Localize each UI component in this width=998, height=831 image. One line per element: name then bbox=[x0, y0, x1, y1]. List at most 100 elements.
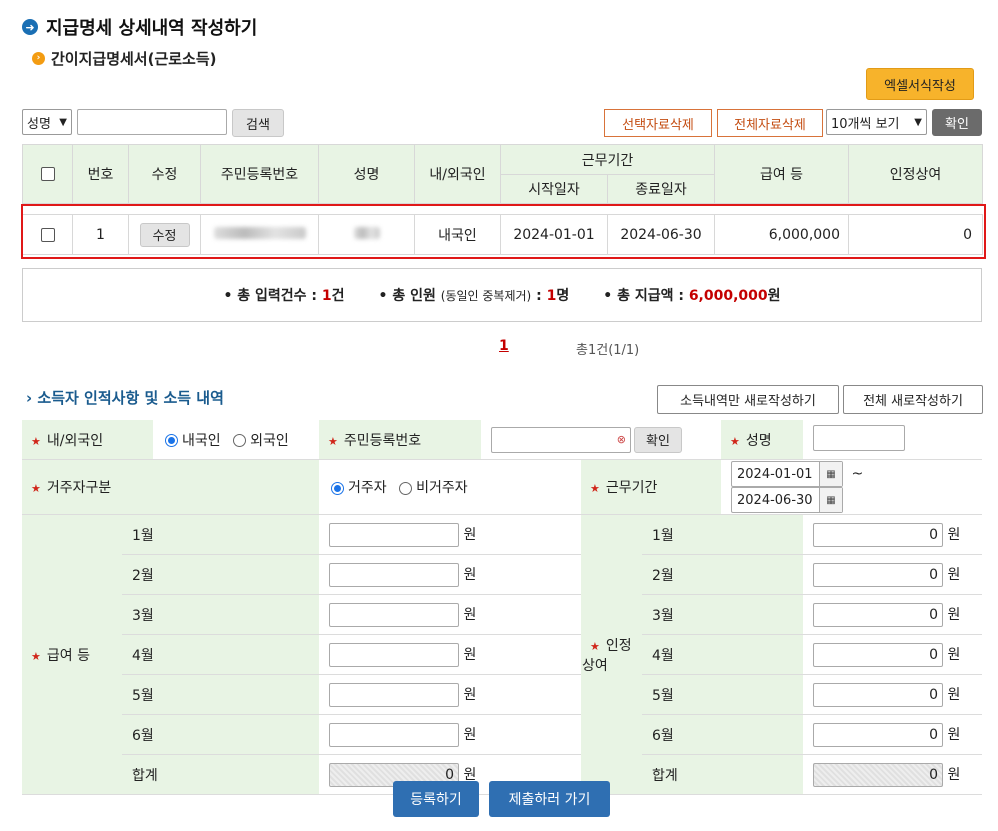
name-label: 성명 bbox=[745, 432, 772, 449]
bonus-month-input[interactable]: 0 bbox=[813, 522, 944, 547]
bonus-month-input[interactable]: 0 bbox=[813, 562, 944, 587]
col-edit: 수정 bbox=[128, 144, 201, 204]
salary-month-input[interactable] bbox=[329, 522, 459, 547]
submit-button[interactable]: 제출하러 가기 bbox=[489, 781, 610, 817]
bonus-amount-cell: 0 원 bbox=[803, 714, 983, 755]
salary-unit: 원 bbox=[463, 686, 477, 703]
period-label: 근무기간 bbox=[605, 480, 658, 496]
bonus-month-label: 5월 bbox=[642, 674, 804, 715]
resident-no-input[interactable]: ⊗ bbox=[491, 426, 631, 453]
page-subtitle-text: 간이지급명세서(근로소득) bbox=[51, 50, 217, 68]
bonus-total-input: 0 bbox=[813, 762, 944, 787]
bonus-unit: 원 bbox=[947, 526, 961, 543]
radio-resident[interactable] bbox=[331, 481, 344, 495]
bonus-month-label: 3월 bbox=[642, 594, 804, 635]
radio-domestic[interactable] bbox=[165, 434, 178, 447]
col-resident-no: 주민등록번호 bbox=[200, 144, 319, 204]
resident-input-cell: ⊗ 확인 bbox=[481, 420, 722, 460]
new-income-only-button[interactable]: 소득내역만 새로작성하기 bbox=[657, 385, 839, 414]
delete-all-button[interactable]: 전체자료삭제 bbox=[717, 109, 823, 137]
salary-month-label: 4월 bbox=[122, 634, 319, 675]
select-all-checkbox[interactable] bbox=[40, 167, 55, 181]
total-people-note: (동일인 중복제거) bbox=[440, 289, 532, 303]
bonus-month-input[interactable]: 0 bbox=[813, 682, 944, 707]
chevron-down-icon: ▼ bbox=[59, 116, 67, 128]
salary-amount-cell: 원 bbox=[319, 594, 581, 635]
summary-total-input: • 총 입력건수 : 1건 bbox=[223, 288, 345, 304]
calendar-icon[interactable]: ▦ bbox=[819, 488, 843, 512]
search-bar: 성명 ▼ 검색 bbox=[22, 109, 284, 137]
register-button[interactable]: 등록하기 bbox=[393, 781, 479, 817]
bonus-unit: 원 bbox=[947, 766, 961, 783]
page-size-confirm-button[interactable]: 확인 bbox=[932, 109, 982, 136]
clear-icon[interactable]: ⊗ bbox=[617, 433, 626, 446]
bonus-month-input[interactable]: 0 bbox=[813, 642, 944, 667]
name-input-cell bbox=[803, 420, 983, 460]
month-row: 5월 원 5월 0 원 bbox=[22, 674, 983, 715]
select-all-header bbox=[22, 144, 73, 204]
radio-nonresident-label: 비거주자 bbox=[416, 480, 468, 496]
salary-month-input[interactable] bbox=[329, 722, 459, 747]
total-input-value: 1 bbox=[321, 288, 332, 304]
period-label-cell: ★ 근무기간 bbox=[581, 459, 722, 515]
month-row: 6월 원 6월 0 원 bbox=[22, 714, 983, 755]
salary-month-input[interactable] bbox=[329, 642, 459, 667]
salary-month-label: 5월 bbox=[122, 674, 319, 715]
bonus-unit: 원 bbox=[947, 726, 961, 743]
period-start-input[interactable]: 2024-01-01 ▦ bbox=[731, 461, 844, 487]
salary-month-input[interactable] bbox=[329, 602, 459, 627]
bonus-month-input[interactable]: 0 bbox=[813, 602, 944, 627]
salary-month-label: 3월 bbox=[122, 594, 319, 635]
bonus-month-label: 합계 bbox=[642, 754, 804, 795]
radio-nonresident[interactable] bbox=[399, 481, 413, 495]
bonus-amount-cell: 0 원 bbox=[803, 554, 983, 595]
period-input-cell: 2024-01-01 ▦ ~ 2024-06-30 ▦ bbox=[721, 459, 983, 515]
name-input[interactable] bbox=[813, 424, 906, 451]
col-approved-bonus: 인정상여 bbox=[848, 144, 983, 204]
search-field-select[interactable]: 성명 ▼ bbox=[22, 109, 72, 135]
chevron-down-icon: ▼ bbox=[914, 116, 922, 128]
month-row: 4월 원 4월 0 원 bbox=[22, 634, 983, 675]
salary-unit: 원 bbox=[463, 646, 477, 663]
salary-month-input[interactable] bbox=[329, 682, 459, 707]
chevron-right-icon: › bbox=[32, 52, 45, 65]
income-form: ★ 내/외국인 내국인 외국인 ★ 주민등록번호 ⊗ 확인 ★ 성명 ★ 거주자구분 거… bbox=[22, 420, 983, 795]
col-no: 번호 bbox=[72, 144, 129, 204]
nationality-label-cell: ★ 내/외국인 bbox=[22, 420, 153, 460]
bonus-unit: 원 bbox=[947, 646, 961, 663]
radio-foreign[interactable] bbox=[233, 434, 247, 447]
page-size-value: 10개씩 보기 bbox=[831, 116, 900, 132]
summary-box: • 총 입력건수 : 1건 • 총 인원 (동일인 중복제거) : 1명 • 총… bbox=[22, 268, 982, 322]
total-pay-label: 총 지급액 : bbox=[617, 288, 684, 304]
total-pay-value: 6,000,000 bbox=[688, 288, 768, 304]
search-input[interactable] bbox=[77, 109, 227, 135]
salary-amount-cell: 원 bbox=[319, 634, 581, 675]
residency-label: 거주자구분 bbox=[46, 480, 112, 496]
summary-total-pay: • 총 지급액 : 6,000,000원 bbox=[603, 288, 781, 304]
excel-form-button[interactable]: 엑셀서식작성 bbox=[866, 68, 974, 100]
radio-resident-label: 거주자 bbox=[348, 480, 387, 496]
delete-selected-button[interactable]: 선택자료삭제 bbox=[604, 109, 712, 137]
salary-month-label: 합계 bbox=[122, 754, 319, 795]
page-link-1[interactable]: 1 bbox=[499, 338, 509, 354]
col-start-date: 시작일자 bbox=[500, 174, 608, 204]
row-highlight-box bbox=[21, 204, 986, 259]
page-size-select[interactable]: 10개씩 보기 ▼ bbox=[826, 109, 927, 135]
nationality-label: 내/외국인 bbox=[46, 432, 104, 449]
bonus-month-input[interactable]: 0 bbox=[813, 722, 944, 747]
resident-label: 주민등록번호 bbox=[343, 432, 422, 449]
search-button[interactable]: 검색 bbox=[232, 109, 284, 137]
section-title-text: 소득자 인적사항 및 소득 내역 bbox=[37, 389, 224, 407]
period-end-input[interactable]: 2024-06-30 ▦ bbox=[731, 487, 844, 513]
calendar-icon[interactable]: ▦ bbox=[819, 462, 843, 486]
salary-label-cell: ★ 급여 등 bbox=[22, 514, 122, 795]
page-subtitle: › 간이지급명세서(근로소득) bbox=[32, 48, 217, 69]
bonus-unit: 원 bbox=[947, 606, 961, 623]
new-all-button[interactable]: 전체 새로작성하기 bbox=[843, 385, 983, 414]
col-end-date: 종료일자 bbox=[607, 174, 715, 204]
total-people-unit: 명 bbox=[556, 288, 570, 304]
resident-confirm-button[interactable]: 확인 bbox=[634, 426, 682, 453]
salary-month-input[interactable] bbox=[329, 562, 459, 587]
radio-domestic-label: 내국인 bbox=[182, 432, 221, 449]
bonus-unit: 원 bbox=[947, 566, 961, 583]
